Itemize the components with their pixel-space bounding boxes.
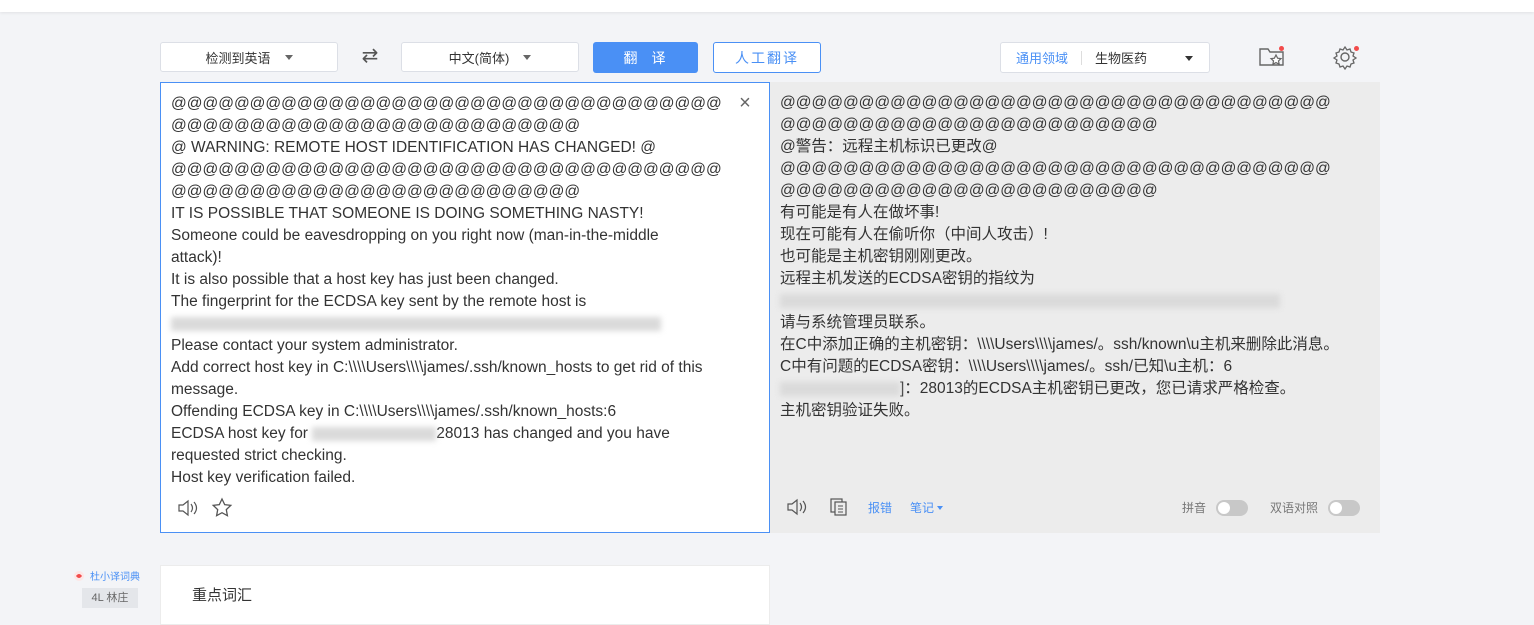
source-line: IT IS POSSIBLE THAT SOMEONE IS DOING SOM…	[171, 205, 644, 222]
source-line: message.	[171, 381, 239, 398]
domain-select[interactable]: 通用领域 生物医药	[1000, 42, 1210, 73]
dictionary-logo-icon	[74, 570, 84, 581]
source-line: @@@@@@@@@@@@@@@@@@@@@@@@@@	[171, 117, 581, 134]
source-footer	[177, 497, 233, 519]
report-error-link[interactable]: 报错	[868, 499, 892, 516]
notes-label: 笔记	[910, 500, 935, 515]
target-language-select[interactable]: 中文(简体)	[401, 42, 579, 72]
notes-dropdown[interactable]: 笔记	[910, 499, 944, 516]
target-line: @@@@@@@@@@@@@@@@@@@@@@@@@@@@@@@@@@@	[780, 160, 1331, 177]
source-line: The fingerprint for the ECDSA key sent b…	[171, 293, 587, 310]
pinyin-label: 拼音	[1182, 501, 1207, 515]
bilingual-toggle[interactable]	[1328, 499, 1361, 516]
target-line: 请与系统管理员联系。	[780, 314, 936, 331]
target-line: 现在可能有人在偷听你（中间人攻击）!	[780, 226, 1048, 243]
translation-footer: 报错 笔记	[786, 496, 944, 518]
speaker-icon[interactable]	[786, 497, 808, 517]
source-line: Someone could be eavesdropping on you ri…	[171, 227, 659, 244]
chevron-down-icon	[937, 506, 944, 511]
target-line: C中有问题的ECDSA密钥：\\\\Users\\\\james/。ssh/已知…	[780, 358, 1233, 375]
source-line-prefix: ECDSA host key for	[171, 425, 313, 442]
target-line: ]：28013的ECDSA主机密钥已更改，您已请求严格检查。	[780, 378, 1370, 400]
dictionary-label: 杜小译词典	[90, 572, 140, 583]
source-line: @@@@@@@@@@@@@@@@@@@@@@@@@@@@@@@@@@@	[171, 161, 722, 178]
side-tab[interactable]: 4L 林庄	[82, 588, 138, 608]
source-line: @@@@@@@@@@@@@@@@@@@@@@@@@@@@@@@@@@@	[171, 95, 722, 112]
target-language-label: 中文(简体)	[448, 50, 510, 66]
chevron-down-icon	[1185, 56, 1193, 61]
source-text-area[interactable]: @@@@@@@@@@@@@@@@@@@@@@@@@@@@@@@@@@@ @@@@…	[171, 93, 731, 489]
pinyin-toggle[interactable]	[1216, 499, 1249, 516]
top-bar	[0, 0, 1534, 12]
target-line-suffix: ]：28013的ECDSA主机密钥已更改，您已请求严格检查。	[900, 380, 1296, 397]
speaker-icon[interactable]	[177, 498, 199, 518]
redacted-host	[780, 381, 900, 396]
redacted-fingerprint	[780, 290, 1370, 312]
target-line: 远程主机发送的ECDSA密钥的指纹为	[780, 270, 1035, 287]
source-line-suffix: 28013 has changed and you have	[436, 425, 670, 442]
domain-value-label: 生物医药	[1095, 51, 1148, 66]
bilingual-label: 双语对照	[1270, 501, 1319, 515]
target-line: 主机密钥验证失败。	[780, 402, 920, 419]
target-line: 有可能是有人在做坏事!	[780, 204, 940, 221]
source-text-panel[interactable]: @@@@@@@@@@@@@@@@@@@@@@@@@@@@@@@@@@@ @@@@…	[160, 82, 770, 533]
human-translation-button[interactable]: 人工翻译	[713, 42, 821, 73]
source-line: Add correct host key in C:\\\\Users\\\\j…	[171, 359, 703, 376]
target-line: 在C中添加正确的主机密钥：\\\\Users\\\\james/。ssh/kno…	[780, 336, 1339, 353]
target-line: @@@@@@@@@@@@@@@@@@@@@@@@@@@@@@@@@@@	[780, 94, 1331, 111]
domain-general-label[interactable]: 通用领域	[1016, 48, 1068, 67]
clear-text-close-icon[interactable]: ×	[735, 93, 755, 113]
redacted-fingerprint	[171, 313, 731, 335]
notification-dot	[1354, 46, 1359, 51]
source-line: Host key verification failed.	[171, 469, 356, 486]
bilingual-toggle-group: 双语对照	[1270, 499, 1361, 516]
source-line: attack)!	[171, 249, 222, 266]
source-line: @ WARNING: REMOTE HOST IDENTIFICATION HA…	[171, 139, 657, 156]
source-line: ECDSA host key for 28013 has changed and…	[171, 423, 731, 445]
source-line: Please contact your system administrator…	[171, 337, 458, 354]
star-icon[interactable]	[211, 497, 233, 519]
translation-text: @@@@@@@@@@@@@@@@@@@@@@@@@@@@@@@@@@@ @@@@…	[780, 92, 1370, 422]
target-line: 也可能是主机密钥刚刚更改。	[780, 248, 982, 265]
domain-divider	[1081, 50, 1083, 65]
source-line: @@@@@@@@@@@@@@@@@@@@@@@@@@	[171, 183, 581, 200]
chevron-down-icon	[284, 54, 293, 60]
source-line: Offending ECDSA key in C:\\\\Users\\\\ja…	[171, 403, 617, 420]
swap-languages-icon[interactable]: ⇄	[356, 44, 384, 68]
notification-dot	[1279, 46, 1284, 51]
translate-button[interactable]: 翻译	[593, 42, 698, 73]
redacted-host	[312, 426, 437, 441]
source-line: requested strict checking.	[171, 447, 347, 464]
translation-panel: @@@@@@@@@@@@@@@@@@@@@@@@@@@@@@@@@@@ @@@@…	[770, 82, 1380, 533]
dictionary-tab[interactable]: 杜小译词典	[72, 568, 140, 583]
target-line: @@@@@@@@@@@@@@@@@@@@@@@@	[780, 182, 1158, 199]
key-vocabulary-panel: 重点词汇	[160, 565, 770, 625]
copy-icon[interactable]	[828, 496, 850, 518]
source-language-select[interactable]: 检测到英语	[160, 42, 338, 72]
source-line: It is also possible that a host key has …	[171, 271, 559, 288]
chevron-down-icon	[523, 54, 532, 60]
target-line: @@@@@@@@@@@@@@@@@@@@@@@@	[780, 116, 1158, 133]
pinyin-toggle-group: 拼音	[1182, 499, 1249, 516]
target-line: @警告：远程主机标识已更改@	[780, 138, 998, 155]
source-language-label: 检测到英语	[205, 50, 271, 66]
